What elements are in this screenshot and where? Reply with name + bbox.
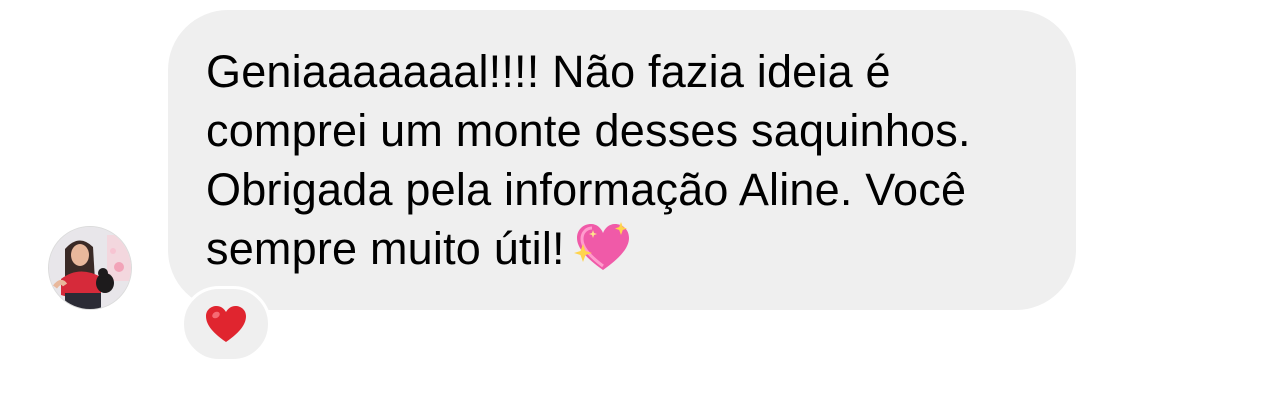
reaction-badge[interactable]: [181, 286, 271, 362]
message-line-text: sempre muito útil!: [206, 223, 565, 274]
message-line-last: sempre muito útil!: [206, 219, 1036, 288]
message-line: comprei um monte desses saquinhos.: [206, 105, 971, 156]
avatar-photo: [49, 227, 131, 309]
message-bubble[interactable]: Geniaaaaaaal!!!! Não fazia ideia é compr…: [168, 10, 1076, 310]
red-heart-icon: [206, 306, 246, 342]
sparkling-heart-icon: [573, 220, 631, 288]
chat-thread: Geniaaaaaaal!!!! Não fazia ideia é compr…: [0, 0, 1284, 402]
message-text: Geniaaaaaaal!!!! Não fazia ideia é compr…: [206, 42, 1036, 288]
message-line: Obrigada pela informação Aline. Você: [206, 164, 967, 215]
sender-avatar[interactable]: [48, 226, 132, 310]
message-line: Geniaaaaaaal!!!! Não fazia ideia é: [206, 46, 891, 97]
